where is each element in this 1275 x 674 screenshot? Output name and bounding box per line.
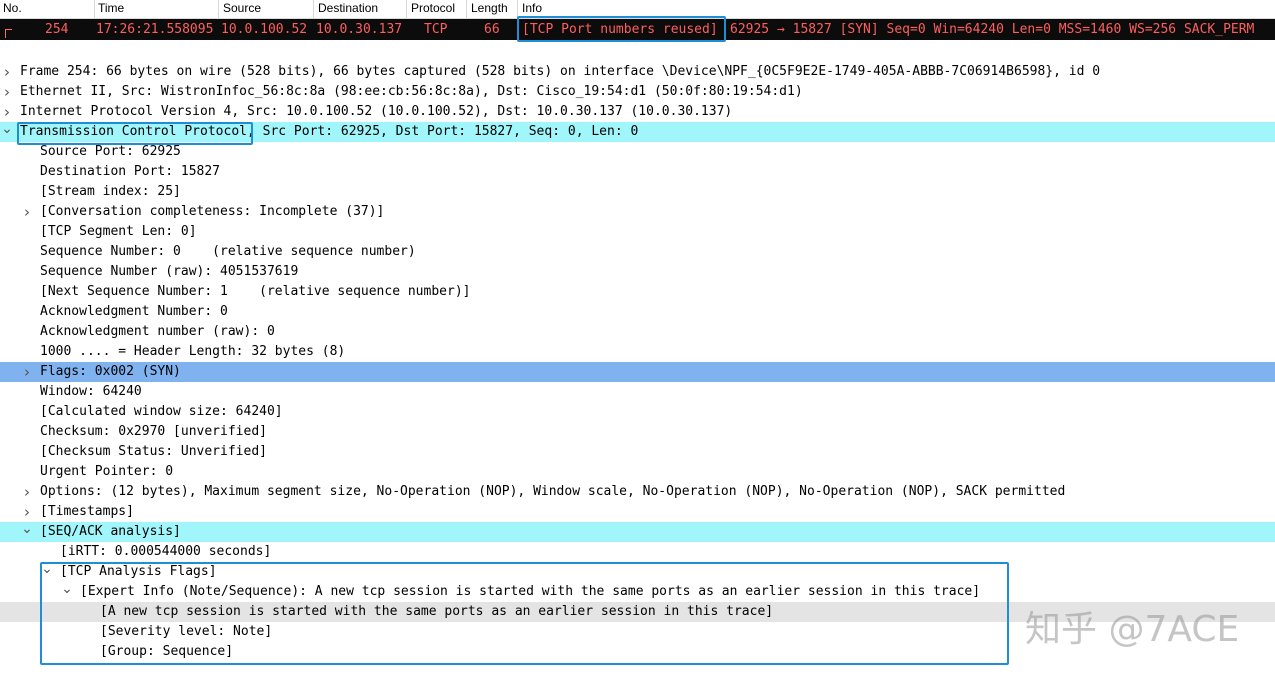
detail-row[interactable]: › [Conversation completeness: Incomplete … [0,202,1275,222]
detail-row-label: Source Port: 62925 [40,144,181,159]
detail-row[interactable]: › Ethernet II, Src: WistronInfoc_56:8c:8a… [0,82,1275,102]
detail-row-label: Sequence Number (raw): 4051537619 [40,264,299,279]
column-header-length[interactable]: Length [471,1,508,15]
detail-row-label: Destination Port: 15827 [40,164,221,179]
packet-protocol: TCP [424,22,448,37]
detail-row[interactable]: [TCP Segment Len: 0] [0,222,1275,242]
detail-row[interactable]: [iRTT: 0.000544000 seconds] [0,542,1275,562]
detail-row-label: Acknowledgment Number: 0 [40,304,228,319]
highlight-box-analysis-flags [40,562,1009,665]
detail-row[interactable]: Destination Port: 15827 [0,162,1275,182]
watermark: 知乎 @7ACE [1025,609,1240,650]
related-packet-bracket-icon [5,29,12,38]
detail-row-label: Internet Protocol Version 4, Src: 10.0.1… [20,104,733,119]
packet-time: 17:26:21.558095 [96,22,214,37]
detail-row-label: Ethernet II, Src: WistronInfoc_56:8c:8a … [20,84,803,99]
detail-row-label: [SEQ/ACK analysis] [40,524,181,539]
column-header-source[interactable]: Source [223,1,261,15]
detail-row-label: Sequence Number: 0 (relative sequence nu… [40,244,416,259]
detail-row[interactable]: Window: 64240 [0,382,1275,402]
detail-row-label: [Stream index: 25] [40,184,181,199]
detail-row-label: [Checksum Status: Unverified] [40,444,267,459]
packet-length: 66 [484,22,500,37]
detail-row[interactable]: Acknowledgment number (raw): 0 [0,322,1275,342]
detail-row-label: [Conversation completeness: Incomplete (… [40,204,385,219]
detail-row[interactable]: 1000 .... = Header Length: 32 bytes (8) [0,342,1275,362]
column-header-info[interactable]: Info [522,1,542,15]
column-header-destination[interactable]: Destination [318,1,378,15]
detail-row[interactable]: › [Timestamps] [0,502,1275,522]
highlight-box-tcp [17,122,253,145]
detail-row[interactable]: Sequence Number: 0 (relative sequence nu… [0,242,1275,262]
chevron-right-icon[interactable]: › [1,102,13,122]
detail-row[interactable]: Urgent Pointer: 0 [0,462,1275,482]
detail-row[interactable]: [Checksum Status: Unverified] [0,442,1275,462]
packet-destination: 10.0.30.137 [316,22,403,37]
detail-row[interactable]: Sequence Number (raw): 4051537619 [0,262,1275,282]
detail-row-label: Flags: 0x002 (SYN) [40,364,181,379]
detail-row[interactable]: [Stream index: 25] [0,182,1275,202]
detail-row-label: Frame 254: 66 bytes on wire (528 bits), … [20,64,1101,79]
detail-row-label: Options: (12 bytes), Maximum segment siz… [40,484,1066,499]
detail-row-label: 1000 .... = Header Length: 32 bytes (8) [40,344,346,359]
detail-row[interactable]: › Options: (12 bytes), Maximum segment si… [0,482,1275,502]
detail-row-label: [iRTT: 0.000544000 seconds] [60,544,272,559]
column-header-time[interactable]: Time [98,1,124,15]
chevron-right-icon[interactable]: › [1,62,13,82]
detail-row[interactable]: ⌄ [SEQ/ACK analysis] [0,522,1275,542]
detail-row[interactable]: › Internet Protocol Version 4, Src: 10.0.… [0,102,1275,122]
chevron-right-icon[interactable]: › [21,202,33,222]
chevron-right-icon[interactable]: › [21,362,33,382]
detail-row-label: Window: 64240 [40,384,142,399]
chevron-down-icon[interactable]: ⌄ [21,522,33,542]
detail-row[interactable]: Acknowledgment Number: 0 [0,302,1275,322]
detail-row[interactable]: Checksum: 0x2970 [unverified] [0,422,1275,442]
detail-row[interactable]: › Frame 254: 66 bytes on wire (528 bits),… [0,62,1275,82]
detail-row[interactable]: › Flags: 0x002 (SYN) [0,362,1275,382]
chevron-down-icon[interactable]: ⌄ [1,122,13,142]
detail-row-label: Acknowledgment number (raw): 0 [40,324,275,339]
detail-row-label: [Calculated window size: 64240] [40,404,283,419]
detail-row-label: [TCP Segment Len: 0] [40,224,197,239]
packet-source: 10.0.100.52 [221,22,308,37]
chevron-right-icon[interactable]: › [21,482,33,502]
highlight-box-port-reused [517,16,726,42]
detail-row-label: [Timestamps] [40,504,134,519]
detail-row-label: [Next Sequence Number: 1 (relative seque… [40,284,471,299]
detail-row-label: Urgent Pointer: 0 [40,464,174,479]
detail-row-label: Checksum: 0x2970 [unverified] [40,424,267,439]
detail-row[interactable]: [Next Sequence Number: 1 (relative seque… [0,282,1275,302]
column-header-protocol[interactable]: Protocol [411,1,455,15]
packet-info: 62925 → 15827 [SYN] Seq=0 Win=64240 Len=… [730,22,1255,37]
column-header-no[interactable]: No. [3,1,22,15]
chevron-right-icon[interactable]: › [1,82,13,102]
chevron-right-icon[interactable]: › [21,502,33,522]
detail-row[interactable]: [Calculated window size: 64240] [0,402,1275,422]
packet-no: 254 [45,22,69,37]
detail-row[interactable]: Source Port: 62925 [0,142,1275,162]
